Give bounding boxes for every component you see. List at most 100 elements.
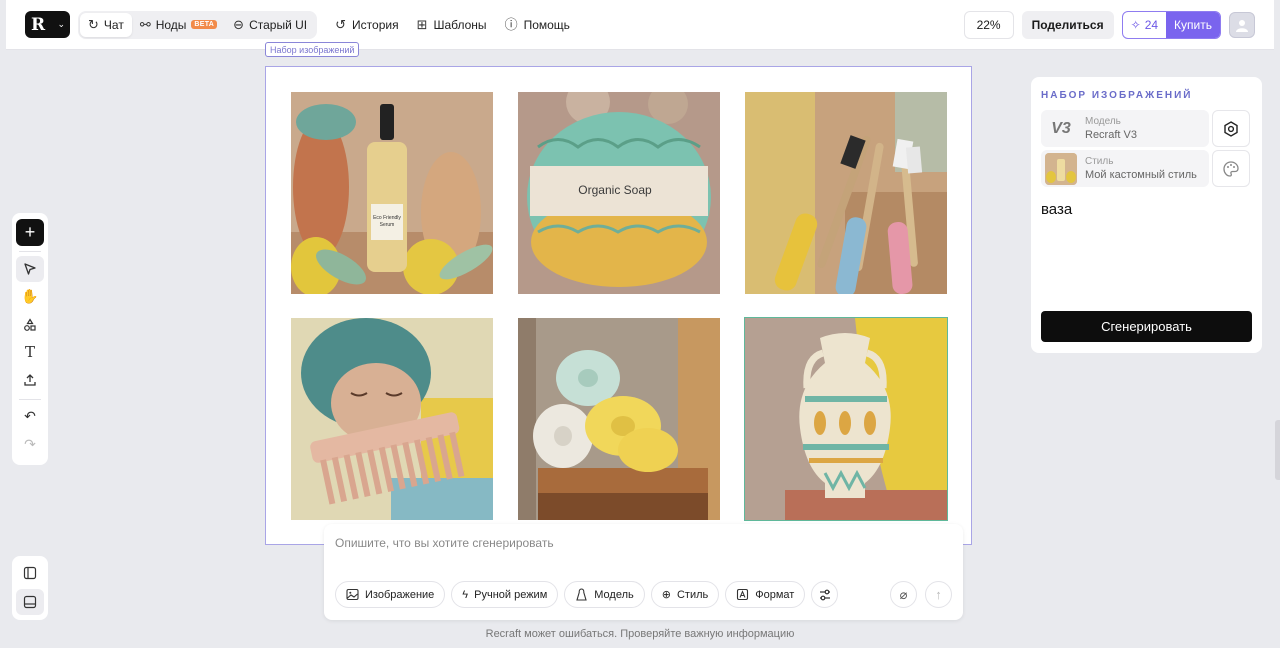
style-row: Стиль Мой кастомный стиль: [1041, 150, 1252, 187]
image-icon: [346, 588, 359, 601]
panel-prompt-text[interactable]: ваза: [1041, 201, 1252, 218]
prompt-composer: Изображение ϟ Ручной режим Модель ⊕ Стил…: [324, 524, 963, 620]
bottom-panel-toggle-button[interactable]: [16, 589, 44, 615]
model-icon: [576, 588, 588, 601]
hand-tool[interactable]: ✋: [16, 283, 44, 310]
style-thumbnail-image: [1045, 152, 1077, 185]
image-tile-serum[interactable]: Eco Friendly Serum: [291, 92, 493, 294]
paperclip-icon: ⌀: [899, 586, 908, 602]
text-icon: T: [24, 343, 35, 362]
attach-button[interactable]: ⌀: [890, 581, 917, 608]
logo-menu-button[interactable]: R ⌄: [25, 11, 70, 38]
left-toolbar: + ✋ T ↶ ↷: [12, 213, 48, 465]
grid-icon: ⊞: [416, 17, 428, 32]
top-bar: R ⌄ ↻ Чат ⚯ Ноды BETA ⊖ Старый UI ↺ Исто…: [6, 0, 1274, 50]
plus-icon: +: [24, 221, 36, 242]
side-scroll-handle[interactable]: [1275, 420, 1280, 480]
model-label: Модель: [1085, 116, 1121, 127]
credits-group: ✧ 24 Купить: [1121, 10, 1221, 39]
tab-old-ui-label: Старый UI: [249, 17, 308, 32]
nav-history[interactable]: ↺ История: [335, 18, 398, 32]
sidebar-icon: [23, 566, 37, 580]
style-text: Стиль Мой кастомный стиль: [1085, 156, 1197, 181]
generate-button[interactable]: Сгенерировать: [1041, 311, 1252, 342]
cursor-icon: [24, 263, 36, 275]
refresh-icon: ↻: [88, 17, 99, 32]
image-tile-towels[interactable]: [518, 318, 720, 520]
toolbar-divider: [19, 398, 41, 400]
hexagon-icon: [1224, 120, 1238, 137]
settings-sliders-button[interactable]: [811, 581, 839, 608]
select-tool[interactable]: [16, 255, 44, 283]
tab-nodes[interactable]: ⚯ Ноды BETA: [132, 13, 225, 37]
serum-label-line-2: Serum: [380, 222, 395, 228]
frame-label[interactable]: Набор изображений: [265, 42, 360, 57]
composer-actions: ⌀ ↑: [890, 581, 952, 608]
model-text: Модель Recraft V3: [1085, 116, 1137, 141]
model-settings-button[interactable]: [1212, 110, 1250, 147]
undo-button[interactable]: ↶: [16, 404, 44, 431]
chip-manual-mode-label: Ручной режим: [474, 588, 548, 601]
user-icon: [1236, 19, 1248, 32]
comb-image: [291, 318, 493, 520]
style-selector[interactable]: Стиль Мой кастомный стиль: [1041, 150, 1209, 187]
style-thumbnail: [1045, 152, 1077, 185]
model-selector[interactable]: V3 Модель Recraft V3: [1041, 110, 1209, 147]
sparkle-icon: ✧: [1130, 17, 1141, 32]
hand-icon: ✋: [21, 288, 39, 305]
chevron-down-icon: ⌄: [57, 19, 65, 29]
text-tool[interactable]: T: [16, 339, 44, 366]
redo-button[interactable]: ↷: [16, 431, 44, 458]
shapes-tool[interactable]: [16, 311, 44, 338]
logo-letter: R: [31, 14, 46, 35]
sidebar-toggle-button[interactable]: [16, 560, 44, 586]
upload-tool[interactable]: [16, 367, 44, 394]
towels-image: [518, 318, 720, 520]
model-badge: V3: [1045, 113, 1077, 145]
credits-counter[interactable]: ✧ 24: [1123, 12, 1166, 38]
image-set-frame[interactable]: Eco Friendly Serum Organic Soap: [265, 66, 972, 545]
tab-nodes-label: Ноды: [155, 17, 187, 32]
image-tile-comb[interactable]: [291, 318, 493, 520]
image-tile-toothbrushes[interactable]: [745, 92, 947, 294]
nav-help[interactable]: ⓘ Помощь: [505, 18, 570, 32]
send-button[interactable]: ↑: [925, 581, 952, 608]
panel-title: НАБОР ИЗОБРАЖЕНИЙ: [1041, 90, 1193, 101]
nodes-icon: ⚯: [139, 17, 151, 32]
toothbrushes-image: [745, 92, 947, 294]
vase-image: [745, 318, 947, 520]
style-palette-button[interactable]: [1212, 150, 1250, 187]
share-button[interactable]: Поделиться: [1021, 10, 1114, 39]
zoom-level[interactable]: 22%: [963, 10, 1014, 39]
image-set-panel: НАБОР ИЗОБРАЖЕНИЙ V3 Модель Recraft V3 С…: [1031, 77, 1262, 353]
prompt-input[interactable]: [335, 536, 935, 550]
avatar[interactable]: [1229, 11, 1255, 38]
add-button[interactable]: +: [16, 219, 44, 246]
model-badge-text: V3: [1051, 119, 1071, 137]
composer-chips: Изображение ϟ Ручной режим Модель ⊕ Стил…: [335, 581, 839, 608]
chip-format-label: Формат: [755, 588, 795, 601]
chip-format[interactable]: Формат: [725, 581, 806, 608]
tab-chat[interactable]: ↻ Чат: [80, 12, 132, 37]
nav-history-label: История: [352, 17, 399, 32]
format-icon: [737, 588, 749, 601]
layout-toolbar: [12, 556, 48, 620]
image-tile-soap[interactable]: Organic Soap: [518, 92, 720, 294]
tab-old-ui[interactable]: ⊖ Старый UI: [225, 13, 315, 37]
beta-badge: BETA: [191, 20, 218, 29]
top-right-controls: 22% Поделиться ✧ 24 Купить: [963, 10, 1255, 39]
chip-style[interactable]: ⊕ Стиль: [650, 581, 720, 608]
upload-icon: [24, 374, 36, 386]
chip-manual-mode[interactable]: ϟ Ручной режим: [451, 581, 559, 608]
palette-icon: [1223, 160, 1239, 177]
image-tile-vase[interactable]: [744, 317, 948, 521]
disclaimer-note: Recraft может ошибаться. Проверяйте важн…: [485, 628, 795, 640]
chip-model[interactable]: Модель: [564, 581, 645, 608]
style-value: Мой кастомный стиль: [1085, 169, 1197, 181]
nav-templates[interactable]: ⊞ Шаблоны: [417, 18, 487, 32]
soap-label: Organic Soap: [578, 183, 652, 197]
chip-image[interactable]: Изображение: [335, 581, 446, 608]
shapes-icon: [24, 317, 36, 331]
plus-circle-icon: ⊕: [661, 589, 671, 601]
buy-button[interactable]: Купить: [1166, 11, 1220, 38]
